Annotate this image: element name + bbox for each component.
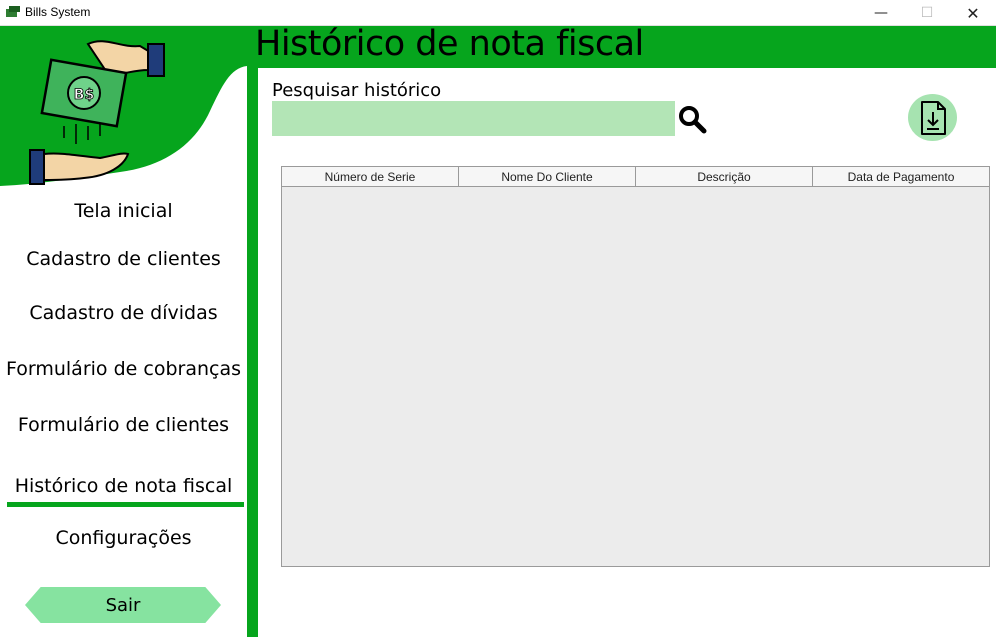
search-icon[interactable] [677,104,707,134]
column-header-numero-serie[interactable]: Número de Serie [282,167,459,186]
column-header-descricao[interactable]: Descrição [636,167,813,186]
sidebar-item-formulario-clientes[interactable]: Formulário de clientes [0,414,247,436]
window-title: Bills System [25,5,91,19]
sidebar-divider [247,26,258,637]
sidebar-item-cadastro-clientes[interactable]: Cadastro de clientes [0,248,247,270]
sidebar: B$ Tela inicial Cadastro de clientes Cad… [0,26,247,637]
logout-button[interactable]: Sair [25,587,221,623]
sidebar-item-historico-nota-fiscal[interactable]: Histórico de nota fiscal [0,475,247,497]
sidebar-item-tela-inicial[interactable]: Tela inicial [0,200,247,222]
maximize-button[interactable]: ☐ [904,0,950,26]
column-header-nome-cliente[interactable]: Nome Do Cliente [459,167,636,186]
table-header: Número de Serie Nome Do Cliente Descriçã… [282,167,989,187]
minimize-button[interactable]: — [858,0,904,26]
window-titlebar: Bills System — ☐ ✕ [0,0,996,26]
download-button[interactable] [908,94,957,141]
money-hands-logo: B$ [0,26,247,186]
sidebar-item-formulario-cobrancas[interactable]: Formulário de cobranças [0,358,247,380]
page-title: Histórico de nota fiscal [255,24,644,64]
logo-text: B$ [74,87,94,103]
sidebar-item-configuracoes[interactable]: Configurações [0,527,247,549]
file-download-icon [920,100,946,135]
search-label: Pesquisar histórico [272,80,442,101]
search-input[interactable] [272,101,675,136]
app-icon [6,6,20,17]
close-button[interactable]: ✕ [950,0,996,26]
history-table[interactable]: Número de Serie Nome Do Cliente Descriçã… [281,166,990,567]
active-nav-indicator [7,502,244,507]
column-header-data-pagamento[interactable]: Data de Pagamento [813,167,989,186]
sidebar-item-cadastro-dividas[interactable]: Cadastro de dívidas [0,302,247,324]
